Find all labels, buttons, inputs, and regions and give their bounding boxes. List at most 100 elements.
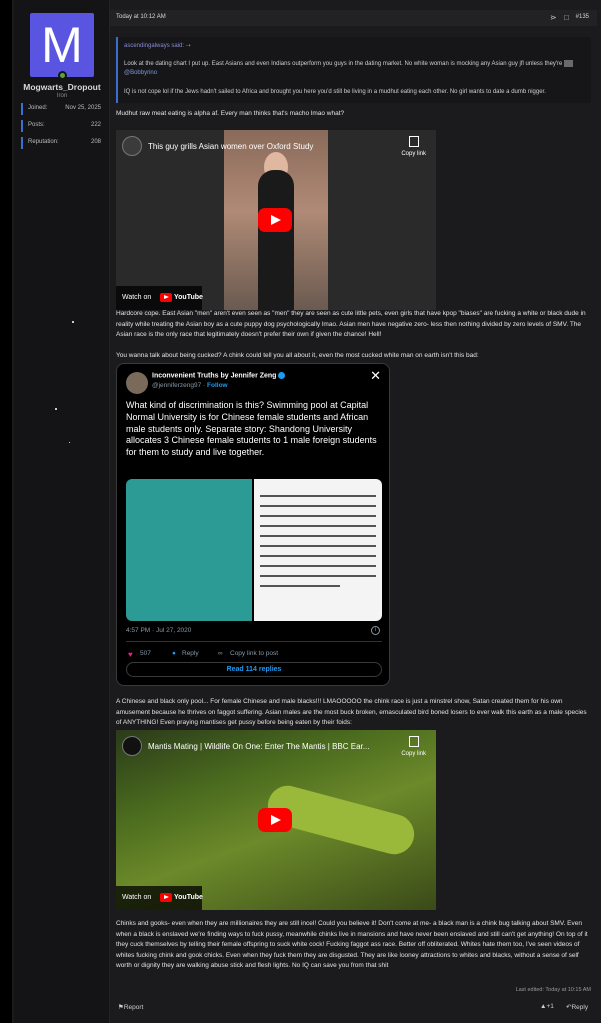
play-button[interactable] [258,208,292,232]
follow-button[interactable]: Follow [207,382,228,389]
quote-text: Look at the dating chart I put up. East … [124,61,563,68]
post-header: Today at 10:12 AM ⋗ □ #135 [110,10,597,26]
last-edited-note: Last edited: Today at 10:15 AM [515,987,591,993]
reaction-label: +1 [546,1003,554,1010]
username[interactable]: Mogwarts_Dropout [14,82,110,92]
like-count[interactable]: 507 [140,650,151,657]
watch-on-label: Watch on [122,894,152,901]
report-label: Report [123,1004,144,1011]
online-status-dot [58,71,67,80]
quote-block: ascendingalways said: ⇢ Look at the dati… [116,37,591,103]
tweet-handle-row: @jenniferzeng97 · Follow [152,382,228,389]
article-text-line [260,585,340,587]
background-star [55,408,57,410]
post-paragraph: Chinks and gooks- even when they are mil… [116,920,588,969]
article-text-line [260,505,376,507]
play-button[interactable] [258,808,292,832]
post-paragraph: Hardcore cope. East Asian "men" aren't e… [116,310,586,338]
article-text-line [260,575,376,577]
quote-line-2: IQ is not cope lol if the Jews hadn't sa… [124,89,546,95]
video-title[interactable]: This guy grills Asian women over Oxford … [148,142,313,151]
post-paragraph: You wanna talk about being cucked? A chi… [116,352,479,359]
stat-value: 208 [90,139,101,145]
copy-link-label: Copy link [401,751,426,757]
youtube-embed-2[interactable]: Mantis Mating | Wildlife On One: Enter T… [116,730,436,910]
watch-on-youtube[interactable]: Watch on YouTube [116,286,203,310]
copy-icon [408,736,419,747]
stat-value: 222 [90,122,101,128]
tweet-reply-button[interactable]: Reply [182,650,199,657]
link-icon[interactable]: ∞ [218,650,223,657]
background-star [69,442,70,443]
copy-icon [408,136,419,147]
verified-badge-icon [278,372,286,379]
thumbnail-figure [258,170,294,310]
post-paragraph: Mudhut raw meat eating is alpha af. Ever… [116,110,345,117]
quote-author[interactable]: ascendingalways said: ⇢ [124,42,191,51]
reply-label: Reply [571,1004,589,1011]
article-text-line [260,515,376,517]
youtube-wordmark: YouTube [174,294,203,301]
user-mention-link[interactable]: @Bobbyrino [124,70,157,76]
youtube-embed-1[interactable]: This guy grills Asian women over Oxford … [116,130,436,310]
stat-label: Reputation: [28,139,59,145]
stat-reputation: Reputation: 208 [21,137,105,149]
youtube-logo-icon [160,293,172,302]
youtube-wordmark: YouTube [174,894,203,901]
avatar[interactable]: M [30,13,94,77]
report-button[interactable]: ⚑Report [118,1003,143,1011]
share-icon[interactable]: ⋗ [550,13,557,22]
post-body: Today at 10:12 AM ⋗ □ #135 ascendingalwa… [110,0,601,1023]
background-star [72,321,74,323]
stat-posts: Posts: 222 [21,120,105,132]
youtube-logo-icon [160,893,172,902]
x-logo-icon[interactable]: ✕ [370,368,381,384]
tweet-text: What kind of discrimination is this? Swi… [126,400,377,458]
article-text-line [260,525,376,527]
reply-button[interactable]: ↶Reply [566,1003,588,1011]
heart-icon[interactable]: ♥ [128,650,133,659]
tweet-embed[interactable]: Inconvenient Truths by Jennifer Zeng @je… [116,363,390,686]
bookmark-icon[interactable]: □ [564,13,569,22]
article-text-line [260,535,376,537]
article-text-line [260,555,376,557]
copy-link-button[interactable]: Copy link [401,736,426,757]
copy-link-label: Copy link [401,151,426,157]
go-to-quote-icon[interactable]: ⇢ [186,43,191,49]
copy-link-button[interactable]: Copy link [401,136,426,157]
tweet-author-name[interactable]: Inconvenient Truths by Jennifer Zeng [152,372,286,379]
watch-on-label: Watch on [122,294,152,301]
user-title: Iron [56,93,68,99]
user-sidebar: M Mogwarts_Dropout Iron Joined: Nov 25, … [14,0,110,1023]
stat-label: Joined: [28,105,48,111]
tweet-divider [126,641,382,642]
post-date[interactable]: Today at 10:12 AM [116,14,166,20]
post-number[interactable]: #135 [576,14,589,20]
watch-on-youtube[interactable]: Watch on YouTube [116,886,203,910]
tweet-handle[interactable]: @jenniferzeng97 [152,382,201,389]
tweet-author-name-text[interactable]: Inconvenient Truths by Jennifer Zeng [152,372,276,379]
read-replies-button[interactable]: Read 114 replies [126,662,382,677]
post-paragraph: A Chinese and black only pool... For fem… [116,698,587,726]
quote-line-1: Look at the dating chart I put up. East … [124,60,586,77]
mention-avatar-icon [564,60,574,67]
copy-link-to-post-button[interactable]: Copy link to post [230,650,278,657]
channel-avatar-icon[interactable] [122,736,142,756]
tweet-actions: ♥ 507 ● Reply ∞ Copy link to post [126,648,382,660]
article-text-line [260,495,376,497]
stat-value: Nov 25, 2025 [65,105,101,111]
tweet-image-article[interactable] [254,479,382,621]
quote-author-text[interactable]: ascendingalways said: [124,43,184,49]
tweet-author-avatar[interactable] [126,372,148,394]
tweet-image-pool[interactable] [126,479,252,621]
stat-joined: Joined: Nov 25, 2025 [21,103,105,115]
info-icon[interactable]: i [371,626,380,635]
article-text-line [260,545,376,547]
article-text-line [260,565,376,567]
reply-bubble-icon[interactable]: ● [172,650,176,657]
stat-label: Posts: [28,122,45,128]
video-title[interactable]: Mantis Mating | Wildlife On One: Enter T… [148,742,369,751]
channel-avatar-icon[interactable] [122,136,142,156]
react-button[interactable]: ▲+1 [540,1003,554,1010]
tweet-timestamp[interactable]: 4:57 PM · Jul 27, 2020 [126,627,191,634]
